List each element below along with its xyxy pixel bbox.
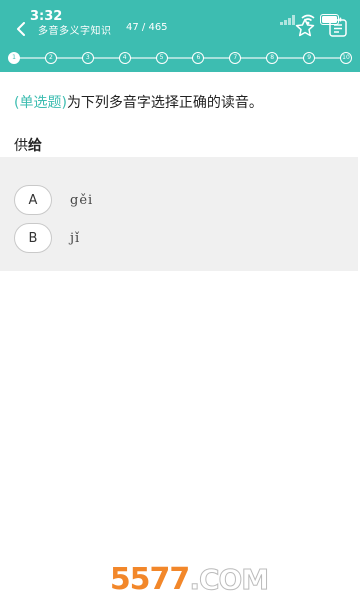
- word-emphasis: 给: [28, 138, 42, 154]
- option-text: gěi: [70, 192, 94, 208]
- target-word: 供给: [14, 135, 42, 155]
- question-counter: 47 / 465: [126, 22, 168, 33]
- question-text: 为下列多音字选择正确的读音。: [66, 95, 263, 111]
- option-a[interactable]: A gěi: [14, 183, 344, 217]
- nav-bar: 多音多义字知识 47 / 465: [0, 18, 360, 42]
- question-type-label: (单选题): [14, 95, 67, 111]
- watermark-number: 5577: [109, 561, 190, 597]
- progress-dot[interactable]: 1: [8, 52, 20, 64]
- options-panel: A gěi B jǐ: [0, 157, 358, 271]
- progress-dot[interactable]: 5: [155, 52, 168, 64]
- favorite-button[interactable]: [293, 18, 317, 42]
- watermark-logo: 5577 .COM: [96, 561, 282, 597]
- word-prefix: 供: [14, 138, 28, 154]
- nav-title: 多音多义字知识: [38, 26, 112, 37]
- question-prompt: (单选题)为下列多音字选择正确的读音。: [14, 92, 263, 112]
- watermark-domain: .COM: [189, 562, 270, 596]
- option-text: jǐ: [70, 230, 81, 246]
- back-arrow-icon: [15, 21, 27, 40]
- answer-card-button[interactable]: [326, 18, 350, 42]
- answer-card-icon: [329, 19, 347, 41]
- option-letter: B: [14, 223, 52, 253]
- progress-dot[interactable]: 7: [229, 52, 242, 64]
- top-header: 3:32 多音多义字知识 47 / 465 1 2 3 4 5 6 7 8 9 …: [0, 0, 360, 72]
- progress-dot[interactable]: 4: [118, 52, 131, 64]
- progress-dot[interactable]: 3: [81, 52, 94, 64]
- question-progress-dots: 1 2 3 4 5 6 7 8 9 10: [0, 50, 360, 66]
- progress-dot[interactable]: 9: [303, 52, 316, 64]
- progress-dot[interactable]: 2: [44, 52, 57, 64]
- progress-dot[interactable]: 6: [192, 52, 205, 64]
- option-letter: A: [14, 185, 52, 215]
- star-icon: [295, 18, 315, 42]
- progress-dot[interactable]: 8: [266, 52, 279, 64]
- back-button[interactable]: [10, 19, 32, 41]
- progress-dot[interactable]: 10: [340, 52, 352, 64]
- progress-line: [14, 57, 346, 59]
- option-b[interactable]: B jǐ: [14, 221, 344, 255]
